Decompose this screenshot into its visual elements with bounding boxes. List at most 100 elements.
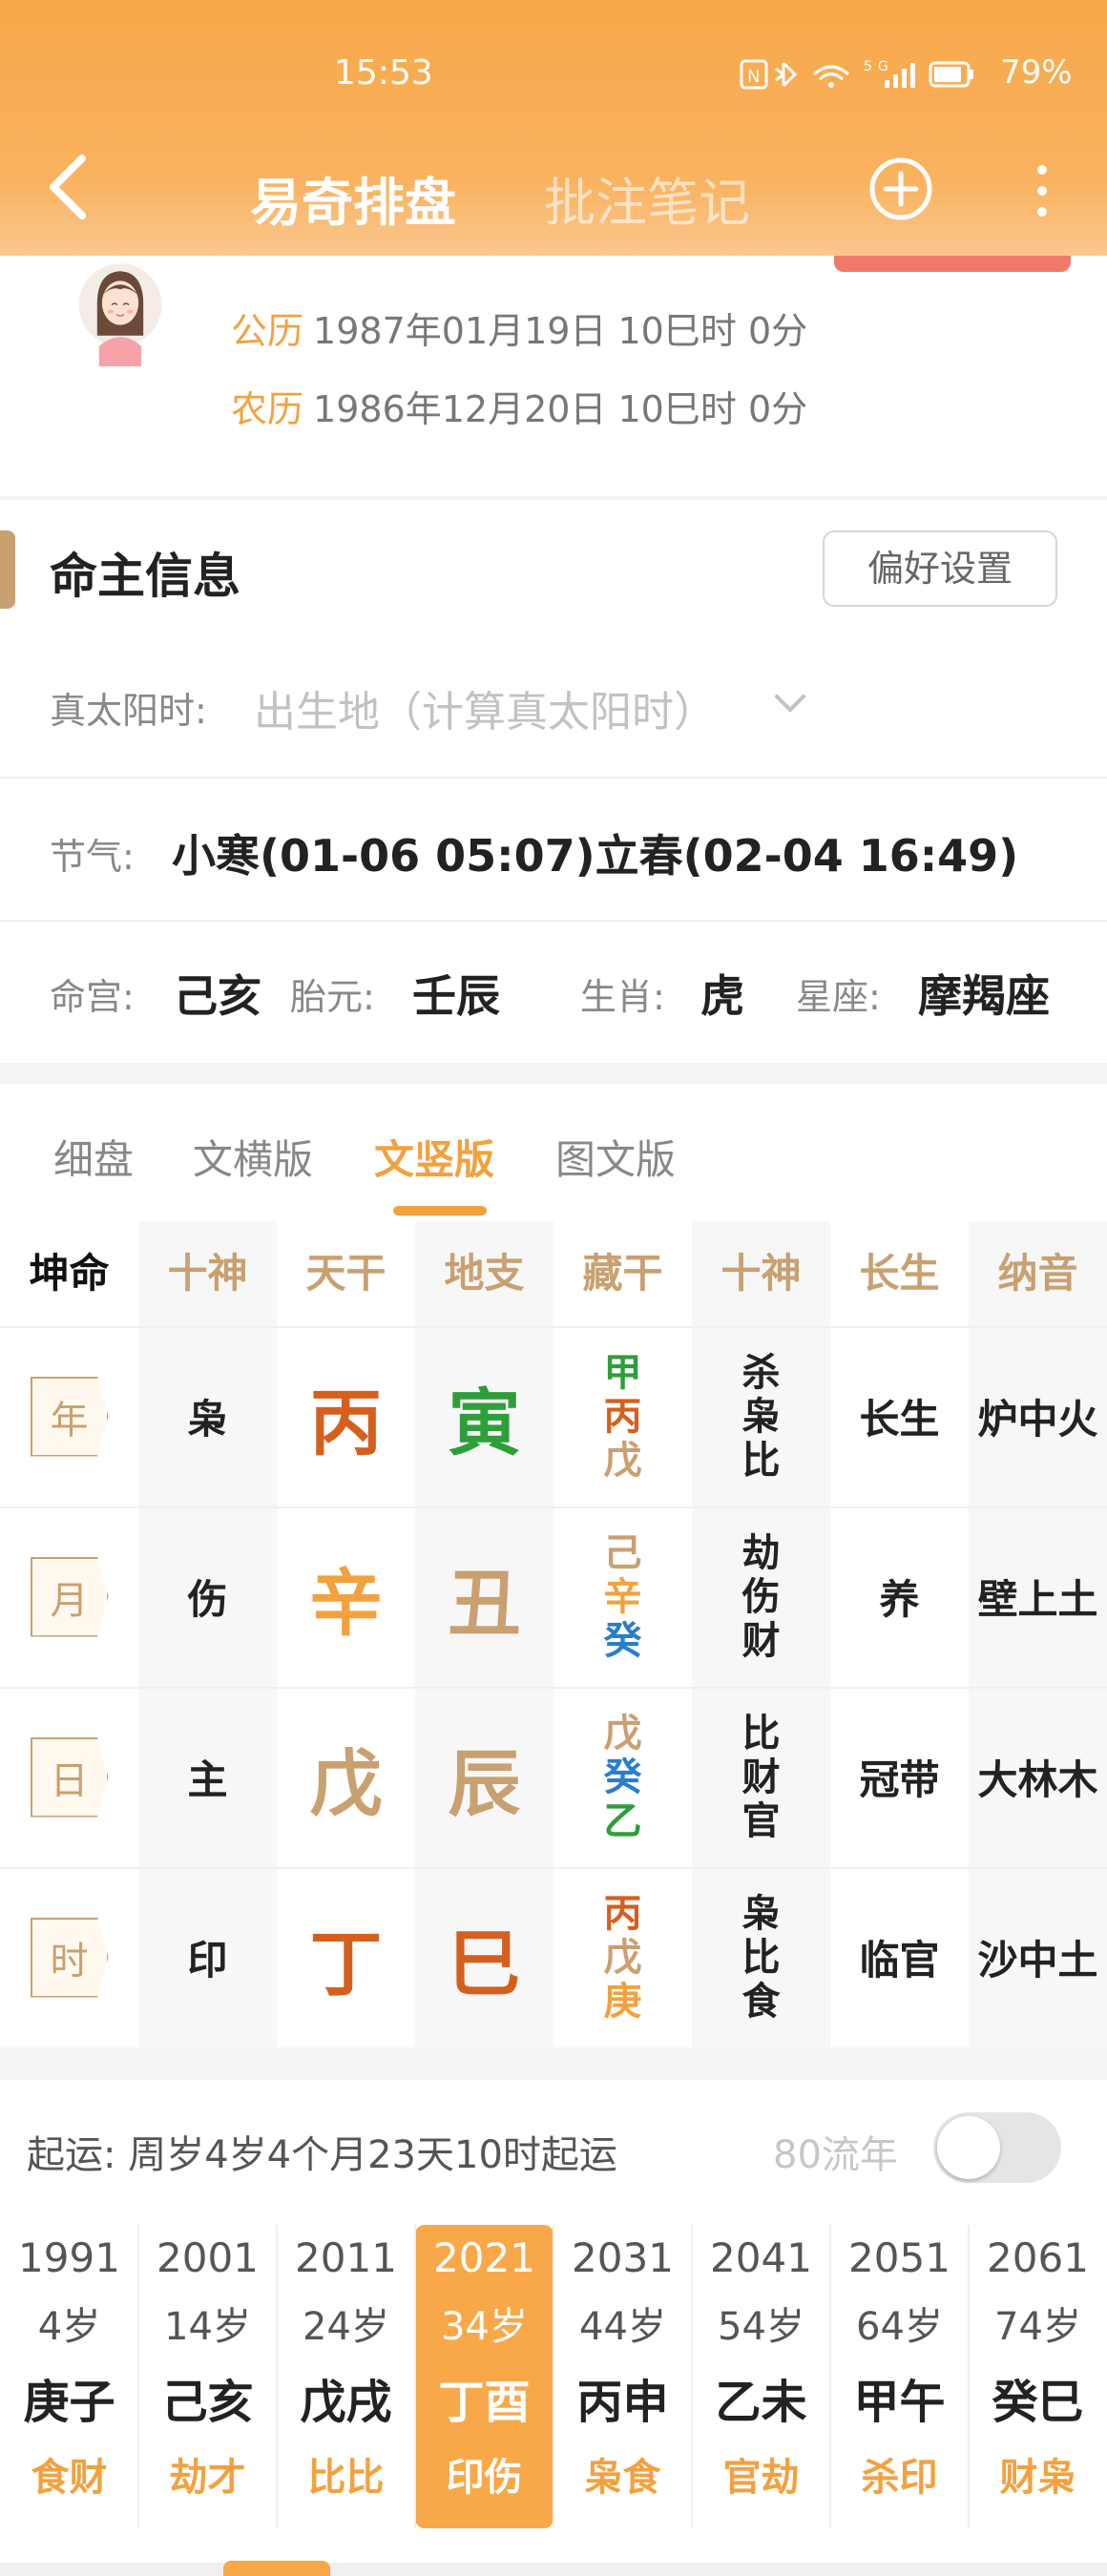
dayun-item[interactable]: 2031 44岁 丙申 枭食 [554, 2225, 692, 2528]
canggan-shishen-char: 比 [741, 1711, 781, 1755]
solar-date-row: 公历 1987年01月19日 10巳时 0分 [231, 301, 807, 354]
jieqi-label: 节气: [50, 836, 135, 878]
canggan-shishen-char: 枭 [741, 1394, 781, 1439]
active-tab-indicator [393, 1206, 487, 1215]
column-separator [553, 2225, 554, 2528]
liunian-80-toggle[interactable] [933, 2112, 1061, 2183]
qiyun-value: 周岁4岁4个月23天10时起运 [128, 2133, 617, 2177]
dayun-ganzhi: 甲午 [853, 2376, 946, 2429]
bottom-strip [0, 2563, 1107, 2576]
canggan-shishen-char: 官 [741, 1798, 781, 1843]
dayun-year: 1991 [18, 2234, 120, 2281]
row-divider [0, 1506, 1107, 1508]
column-dizhi: 地支 寅丑辰巳 [415, 1221, 554, 2047]
pillar-tag[interactable]: 年 [30, 1376, 109, 1457]
liunian-80-label: 80流年 [773, 2133, 898, 2177]
column-separator [968, 2225, 970, 2528]
dayun-year: 2021 [433, 2234, 535, 2281]
shishen-cell: 印 [138, 1867, 277, 2047]
taiyuan-label: 胎元: [290, 976, 375, 1018]
lunar-date: 1986年12月20日 10巳时 0分 [313, 388, 808, 430]
column-separator [276, 2225, 278, 2528]
canggan-shishen-char: 比 [741, 1935, 781, 1980]
preference-settings-button[interactable]: 偏好设置 [823, 530, 1057, 607]
minggong-label: 命宫: [50, 976, 135, 1018]
dayun-item[interactable]: 2061 74岁 癸巳 财枭 [969, 2225, 1107, 2528]
canggan-char: 癸 [603, 1755, 642, 1799]
row-divider [0, 1867, 1107, 1869]
canggan-shishen-char: 劫 [741, 1530, 781, 1575]
svg-text:N: N [747, 67, 765, 87]
canggan-stack: 己辛癸 [604, 1531, 642, 1663]
dayun-age: 64岁 [856, 2305, 943, 2349]
add-circle-icon[interactable] [868, 156, 933, 221]
status-bar: 15:53 N 5G 79% [0, 0, 1107, 153]
canggan-shishen-cell: 枭比食 [692, 1867, 830, 2047]
header-dizhi: 地支 [444, 1250, 525, 1297]
shengxiao-value: 虎 [700, 970, 744, 1022]
dayun-card: 起运: 周岁4岁4个月23天10时起运 80流年 1991 4岁 庚子 食财 2001 1… [0, 2080, 1107, 2576]
pillar-tag[interactable]: 日 [30, 1736, 109, 1818]
xingzuo-label: 星座: [796, 976, 881, 1018]
dayun-item[interactable]: 2051 64岁 甲午 杀印 [830, 2225, 969, 2528]
dayun-item[interactable]: 2001 14岁 己亥 劫才 [138, 2225, 277, 2528]
tiangan-cell: 辛 [277, 1506, 415, 1687]
page: 15:53 N 5G 79% 易奇排盘 批注笔记 公历 1987年01月19日 … [0, 0, 1107, 2576]
canggan-cell: 己辛癸 [554, 1506, 692, 1687]
shengxiao-label: 生肖: [580, 976, 665, 1018]
battery-percent: 79% [1000, 53, 1073, 92]
canggan-shishen-char: 食 [741, 1979, 781, 2024]
dayun-age: 74岁 [994, 2305, 1081, 2349]
canggan-cell: 丙戊庚 [554, 1867, 692, 2047]
header-canggan: 藏干 [582, 1250, 663, 1297]
chevron-down-icon[interactable] [771, 685, 809, 723]
canggan-shishen-char: 财 [741, 1755, 781, 1799]
more-vertical-icon[interactable] [1031, 158, 1054, 223]
lunar-date-row: 农历 1986年12月20日 10巳时 0分 [231, 380, 807, 432]
nayin-cell: 大林木 [969, 1687, 1107, 1867]
changsheng-cell: 养 [830, 1506, 969, 1687]
dayun-age: 54岁 [718, 2305, 804, 2349]
shishen-value: 印 [187, 1937, 228, 1984]
column-tiangan: 天干 丙辛戊丁 [277, 1221, 415, 2047]
svg-text:5G: 5G [864, 59, 894, 74]
tab-wen-shu[interactable]: 文竖版 [374, 1128, 494, 1186]
dayun-item[interactable]: 1991 4岁 庚子 食财 [0, 2225, 138, 2528]
owner-info-card: 命主信息 偏好设置 真太阳时: 出生地（计算真太阳时） 节气: 小寒(01-06… [0, 500, 1107, 1063]
birthplace-select[interactable]: 出生地（计算真太阳时） [254, 677, 716, 738]
dayun-shishen: 印伤 [446, 2456, 523, 2500]
back-arrow-icon[interactable] [44, 153, 94, 221]
pillar-tag[interactable]: 时 [30, 1917, 109, 1998]
changsheng-value: 养 [879, 1576, 920, 1623]
dayun-age: 44岁 [579, 2305, 666, 2349]
dayun-year: 2001 [157, 2234, 259, 2281]
canggan-shishen-cell: 杀枭比 [692, 1326, 830, 1506]
status-icons: N 5G [740, 57, 978, 98]
tab-annotations[interactable]: 批注笔记 [544, 160, 750, 236]
tab-tuwen[interactable]: 图文版 [555, 1128, 676, 1186]
dayun-shishen: 食财 [31, 2456, 108, 2500]
divider [0, 920, 1107, 922]
tab-xipan[interactable]: 细盘 [53, 1128, 134, 1186]
tab-wen-heng[interactable]: 文横版 [193, 1128, 313, 1186]
minggong-value: 己亥 [174, 970, 261, 1022]
toggle-knob [937, 2116, 1000, 2179]
taiyuan-value: 壬辰 [412, 970, 500, 1022]
canggan-char: 丙 [603, 1891, 642, 1936]
dayun-age: 24岁 [303, 2305, 389, 2349]
dayun-ganzhi: 庚子 [23, 2376, 115, 2429]
dayun-item[interactable]: 2041 54岁 乙未 官劫 [692, 2225, 830, 2528]
canggan-shishen-char: 杀 [741, 1350, 781, 1395]
dayun-item[interactable]: 2011 24岁 戊戌 比比 [277, 2225, 415, 2528]
column-canggan: 藏干 甲丙戊己辛癸戊癸乙丙戊庚 [554, 1221, 692, 2047]
canggan-char: 癸 [603, 1618, 642, 1663]
tab-yiqi-paipan[interactable]: 易奇排盘 [250, 160, 456, 236]
pillar-tag[interactable]: 月 [30, 1556, 109, 1637]
canggan-shishen-stack: 杀枭比 [742, 1351, 781, 1483]
dayun-ganzhi: 丙申 [576, 2376, 669, 2429]
nayin-value: 炉中火 [977, 1396, 1098, 1443]
canggan-shishen-cell: 比财官 [692, 1687, 830, 1867]
dayun-age: 14岁 [164, 2305, 251, 2349]
dayun-item[interactable]: 2021 34岁 丁酉 印伤 [415, 2225, 554, 2528]
dayun-ganzhi: 丁酉 [438, 2376, 531, 2429]
